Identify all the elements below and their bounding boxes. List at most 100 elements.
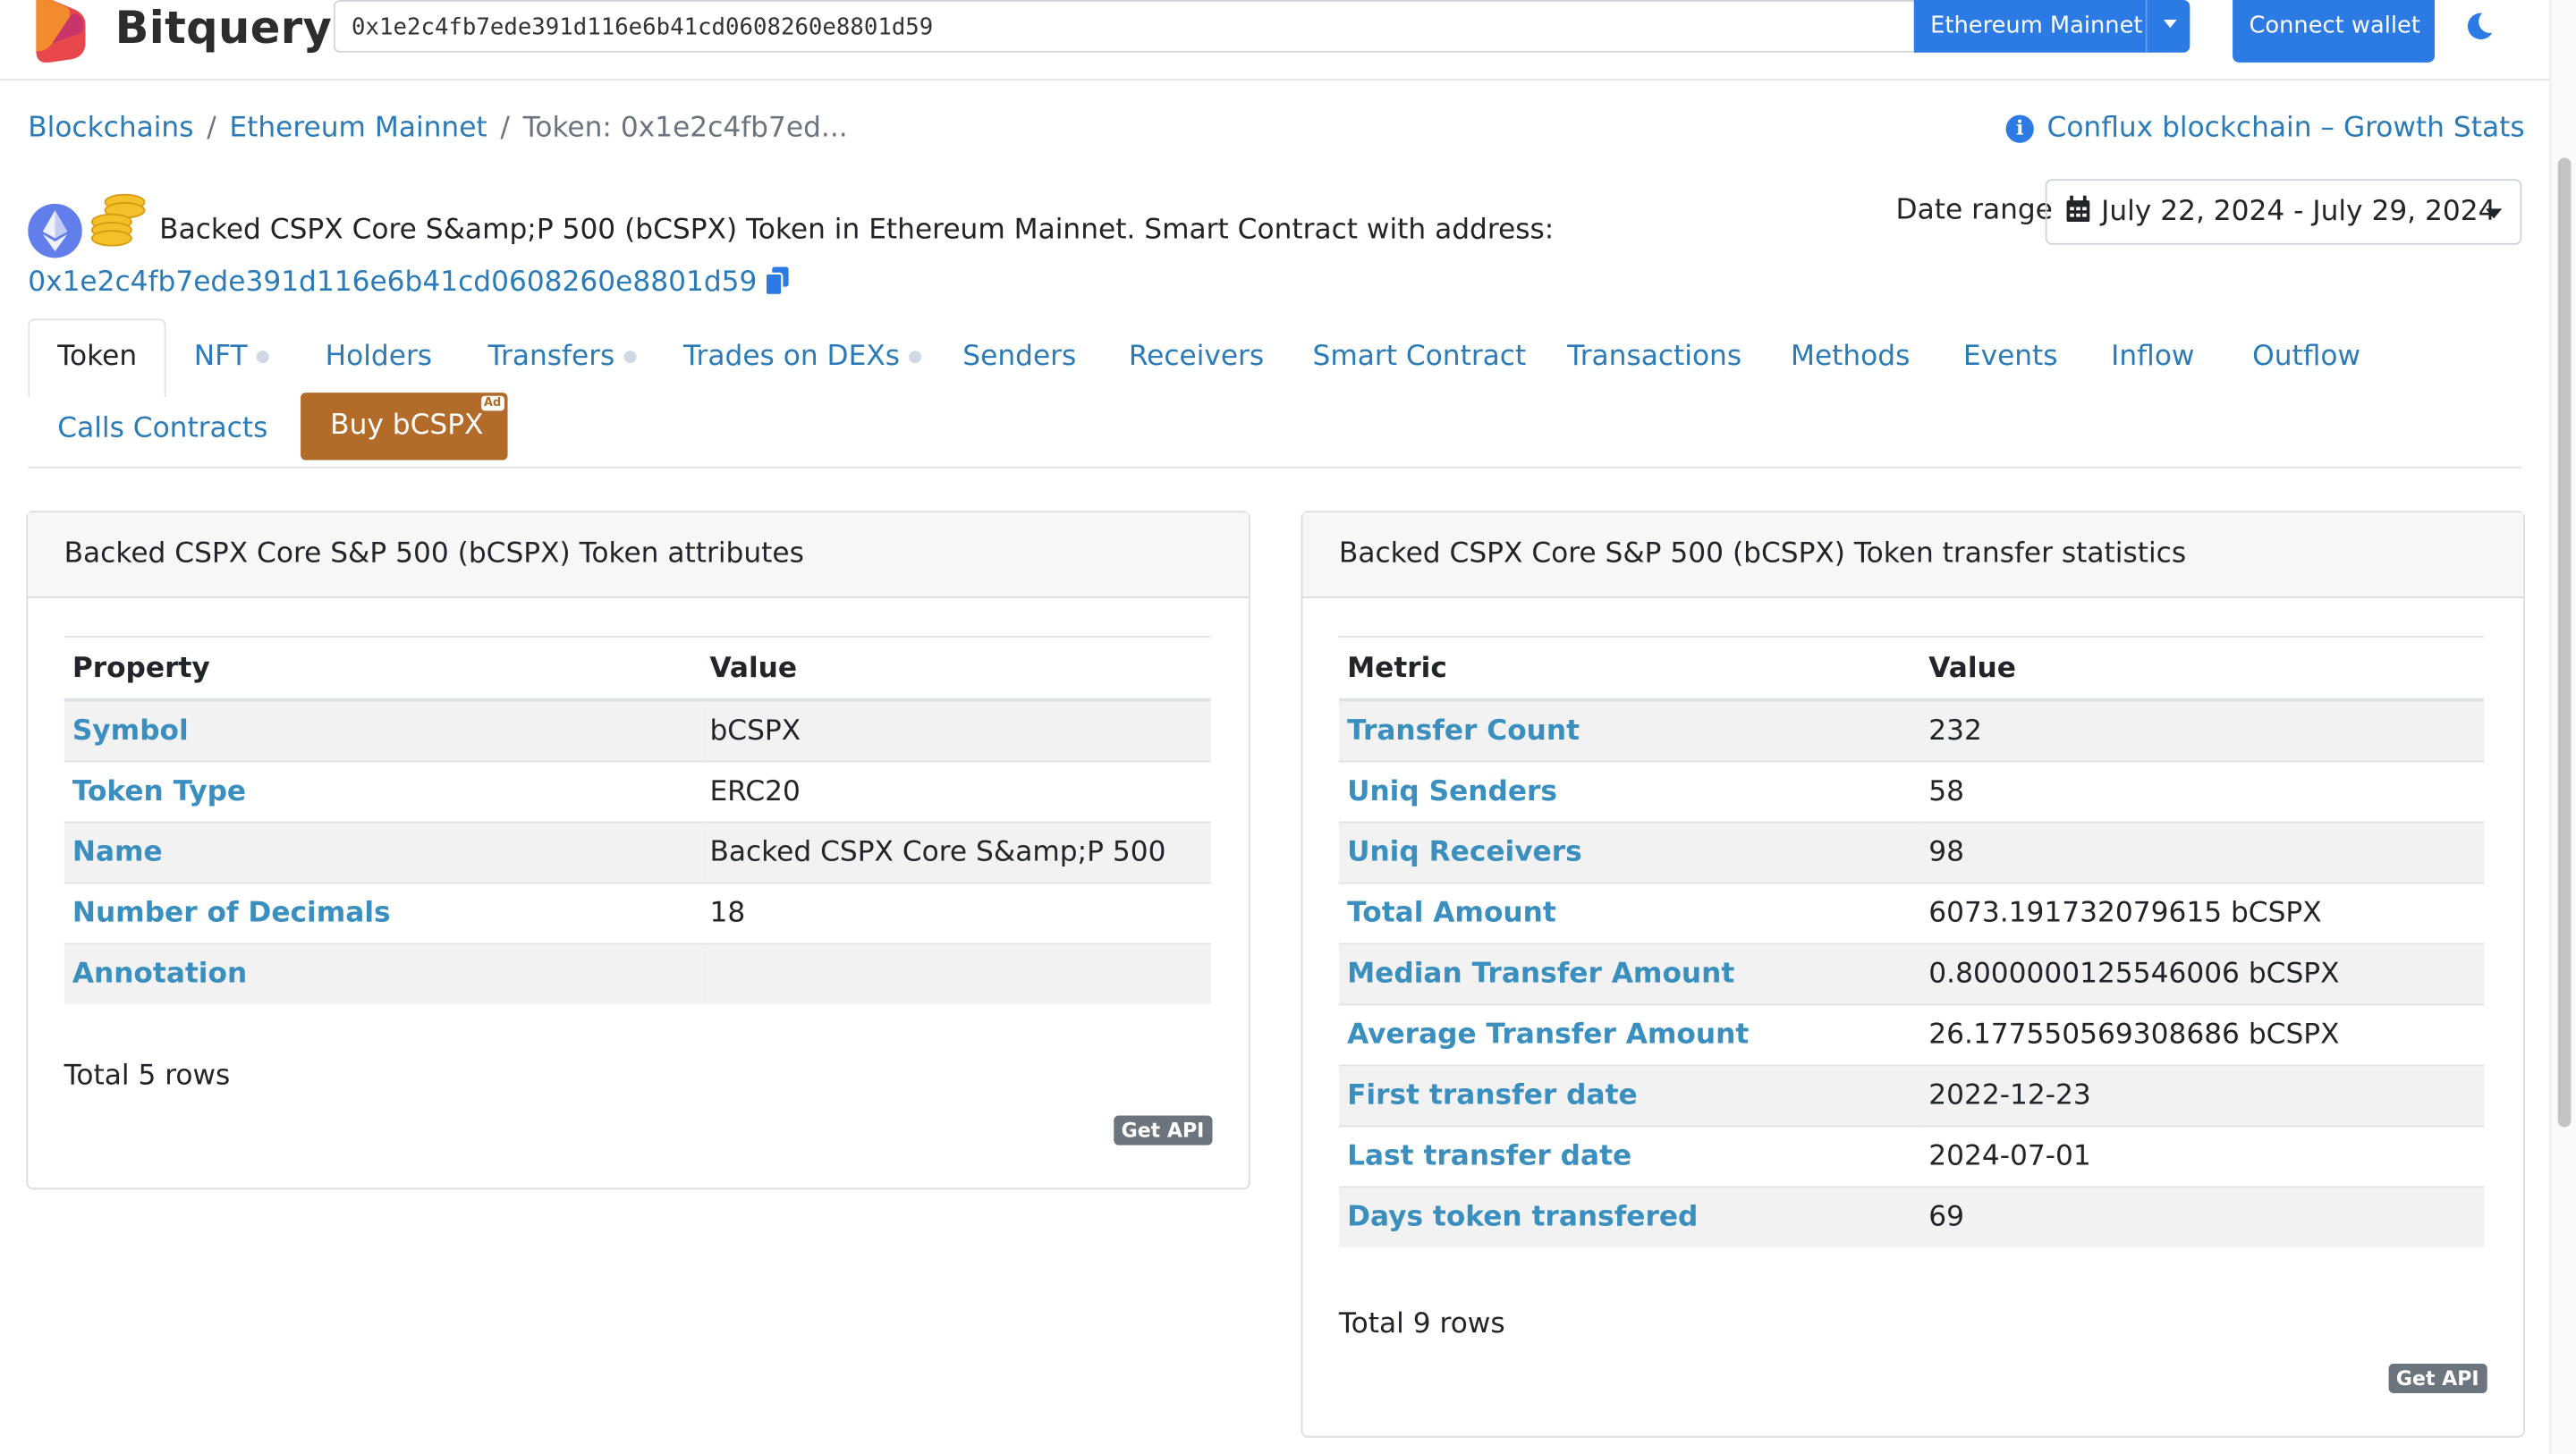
metric-name[interactable]: Days token transfered [1338,1186,1921,1247]
breadcrumb-current: Token: 0x1e2c4fb7ed... [522,111,848,145]
tab-nft-label: NFT [193,340,248,374]
card-title: Backed CSPX Core S&P 500 (bCSPX) Token t… [1302,512,2524,598]
property-value: ERC20 [701,760,1211,823]
tab-trades-label: Trades on DEXs [683,340,900,374]
tab-events[interactable]: Events [1963,340,2058,373]
token-tabs: Token NFT ● Holders Transfers ● Trades on … [28,318,2522,469]
property-name[interactable]: Name [64,821,702,883]
tab-transfers-label: Transfers [487,340,615,374]
table-row: Annotation [64,943,1211,1004]
date-range-picker[interactable]: July 22, 2024 - July 29, 2024 [2045,179,2522,245]
breadcrumb-ethereum-mainnet[interactable]: Ethereum Mainnet [229,112,487,145]
ad-badge: Ad [480,395,504,411]
token-address: 0x1e2c4fb7ede391d116e6b41cd0608260e8801d… [28,266,790,300]
beta-dot: ● [255,348,270,367]
metric-value: 0.8000000125546006 bCSPX [1920,943,2485,1005]
tab-trades-on-dexs[interactable]: Trades on DEXs ● [683,340,922,373]
metric-name[interactable]: Total Amount [1338,882,1921,944]
metric-value: 2024-07-01 [1920,1125,2485,1188]
search-input[interactable]: 0x1e2c4fb7ede391d116e6b41cd0608260e8801d… [333,0,1914,53]
table-header-row: Metric Value [1338,636,2485,702]
property-name[interactable]: Symbol [64,698,702,762]
tab-inflow[interactable]: Inflow [2111,340,2194,373]
transfer-statistics-card: Backed CSPX Core S&P 500 (bCSPX) Token t… [1301,511,2526,1438]
property-name[interactable]: Token Type [64,760,702,823]
metric-value: 58 [1920,760,2485,823]
metric-name[interactable]: Uniq Senders [1338,760,1921,823]
network-select-divider [2145,0,2148,53]
connect-wallet-button[interactable]: Connect wallet [2233,0,2435,63]
table-row: Transfer Count 232 [1338,698,2485,762]
table-header-row: Property Value [64,636,1211,702]
table-row: Total Amount 6073.191732079615 bCSPX [1338,882,2485,944]
table-row: Uniq Receivers 98 [1338,821,2485,883]
metric-value: 98 [1920,821,2485,883]
tab-senders[interactable]: Senders [962,340,1076,373]
page-scrollbar[interactable] [2549,0,2576,1454]
metric-value: 6073.191732079615 bCSPX [1920,882,2485,944]
breadcrumb-blockchains[interactable]: Blockchains [28,112,193,145]
card-title: Backed CSPX Core S&P 500 (bCSPX) Token a… [28,512,1249,598]
tab-token[interactable]: Token [28,318,167,398]
metric-name[interactable]: Last transfer date [1338,1125,1921,1188]
tab-outflow[interactable]: Outflow [2252,340,2360,373]
buy-token-label: Buy bCSPX [330,409,484,443]
tab-methods[interactable]: Methods [1791,340,1910,373]
network-select-label: Ethereum Mainnet [1930,13,2143,40]
tab-receivers[interactable]: Receivers [1129,340,1264,373]
property-name[interactable]: Annotation [64,943,702,1004]
top-bar: Bitquery 0x1e2c4fb7ede391d116e6b41cd0608… [0,0,2550,81]
network-select-button[interactable]: Ethereum Mainnet [1913,0,2190,53]
table-row: Days token transfered 69 [1338,1186,2485,1247]
column-header: Property [64,636,702,702]
metric-name[interactable]: Transfer Count [1338,698,1921,762]
token-address-link[interactable]: 0x1e2c4fb7ede391d116e6b41cd0608260e8801d… [28,266,757,300]
token-description: Backed CSPX Core S&amp;P 500 (bCSPX) Tok… [159,213,1555,247]
table-row: Token Type ERC20 [64,760,1211,823]
metric-name[interactable]: Average Transfer Amount [1338,1003,1921,1066]
attributes-table: Property Value Symbol bCSPX Token Type E… [64,636,1211,1004]
column-header: Metric [1338,636,1921,702]
column-header: Value [1920,636,2485,702]
metric-name[interactable]: First transfer date [1338,1064,1921,1127]
beta-dot: ● [623,348,638,367]
chevron-down-icon [2163,20,2177,29]
breadcrumb: Blockchains / Ethereum Mainnet / Token: 0x1e… [28,112,847,145]
calendar-icon [2066,195,2090,223]
property-value: Backed CSPX Core S&amp;P 500 [701,821,1211,883]
total-rows: Total 9 rows [1338,1307,1505,1341]
coins-icon [90,193,146,247]
chevron-down-icon [2485,208,2503,219]
tab-calls-contracts[interactable]: Calls Contracts [57,412,267,445]
metric-name[interactable]: Uniq Receivers [1338,821,1921,883]
property-value [701,943,1211,1004]
scrollbar-thumb[interactable] [2557,157,2572,1128]
property-name[interactable]: Number of Decimals [64,882,702,944]
tab-transfers[interactable]: Transfers ● [487,340,637,373]
property-value: 18 [701,882,1211,944]
growth-stats-label: Conflux blockchain – Growth Stats [2046,111,2525,145]
statistics-table: Metric Value Transfer Count 232 Uniq Sen… [1338,636,2485,1247]
moon-icon[interactable] [2462,10,2496,43]
property-value: bCSPX [701,698,1211,762]
bitquery-logo-icon[interactable] [30,0,89,63]
table-row: Uniq Senders 58 [1338,760,2485,823]
get-api-button[interactable]: Get API [1113,1115,1213,1145]
metric-name[interactable]: Median Transfer Amount [1338,943,1921,1005]
table-row: Number of Decimals 18 [64,882,1211,944]
get-api-button[interactable]: Get API [2387,1363,2487,1394]
tab-holders[interactable]: Holders [326,340,432,373]
column-header: Value [701,636,1211,702]
date-range-value: July 22, 2024 - July 29, 2024 [2101,195,2496,229]
table-row: Name Backed CSPX Core S&amp;P 500 [64,821,1211,883]
date-range-label: Date range [1895,193,2053,227]
tab-smart-contract[interactable]: Smart Contract [1313,340,1527,373]
buy-token-button[interactable]: Buy bCSPX Ad [301,393,508,461]
tab-nft[interactable]: NFT ● [194,340,270,373]
beta-dot: ● [908,348,923,367]
growth-stats-link[interactable]: i Conflux blockchain – Growth Stats [2005,111,2525,145]
tab-transactions[interactable]: Transactions [1567,340,1741,373]
metric-value: 2022-12-23 [1920,1064,2485,1127]
copy-icon[interactable] [764,266,790,296]
brand-name[interactable]: Bitquery [115,4,333,55]
